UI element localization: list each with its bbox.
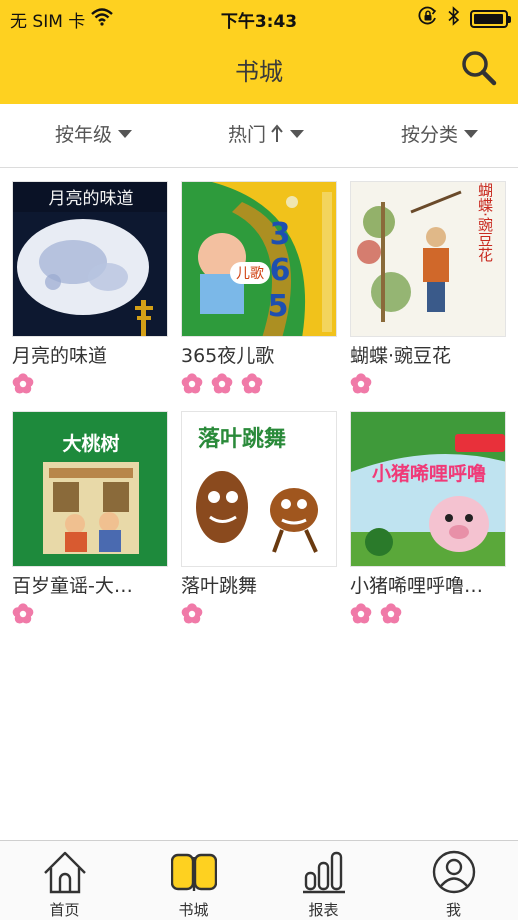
book-card[interactable]: 大桃树 百岁童谣-大… — [12, 411, 168, 627]
tab-bookstore-label: 书城 — [178, 901, 209, 919]
tab-report[interactable]: 报表 — [259, 841, 388, 920]
flower-icon — [181, 603, 203, 624]
book-card[interactable]: 落叶跳舞 落叶跳舞 — [181, 411, 337, 627]
book-card[interactable]: 蝴蝶·豌豆花 蝴蝶·豌豆花 — [350, 181, 506, 397]
book-title: 百岁童谣-大… — [12, 575, 133, 597]
book-title: 小猪唏哩呼噜… — [350, 575, 484, 597]
cover-title-text: 大桃树 — [62, 432, 119, 455]
book-cover: 儿歌 3 6 5 — [181, 181, 337, 337]
battery-icon — [470, 9, 511, 28]
book-rating — [12, 603, 168, 627]
filter-grade-dropdown[interactable]: 按年级 — [55, 120, 133, 147]
book-rating — [12, 373, 168, 397]
svg-text:3: 3 — [270, 217, 291, 252]
cover-title-text: 小猪唏哩呼噜 — [372, 462, 486, 485]
book-rating — [181, 373, 337, 397]
page-title: 书城 — [235, 58, 283, 86]
status-bar: 无 SIM 卡 下午3:43 — [0, 0, 518, 34]
book-cover: 月亮的味道 — [12, 181, 168, 337]
cover-title-text: 月亮的味道 — [49, 189, 134, 209]
open-book-icon — [171, 853, 217, 891]
tab-me-label: 我 — [445, 901, 461, 919]
flower-icon — [380, 603, 402, 624]
svg-text:6: 6 — [270, 253, 291, 288]
book-rating — [350, 603, 506, 627]
cover-title-text: 蝴蝶·豌豆花 — [476, 182, 494, 263]
tab-home[interactable]: 首页 — [0, 841, 129, 920]
chevron-down-icon — [464, 129, 479, 138]
chevron-down-icon — [290, 129, 305, 138]
chevron-down-icon — [118, 129, 133, 138]
book-title: 月亮的味道 — [12, 345, 108, 367]
book-cover: 小猪唏哩呼噜 — [350, 411, 506, 567]
cover-title-text: 落叶跳舞 — [198, 426, 286, 452]
filter-grade-label: 按年级 — [55, 124, 113, 146]
filter-hot-dropdown[interactable]: 热门 — [228, 120, 305, 147]
bar-chart-icon — [303, 851, 345, 894]
tab-home-label: 首页 — [49, 901, 80, 919]
tab-me[interactable]: 我 — [389, 841, 518, 920]
flower-icon — [211, 373, 233, 394]
book-card[interactable]: 儿歌 3 6 5 365夜儿歌 — [181, 181, 337, 397]
tab-report-label: 报表 — [308, 901, 339, 919]
flower-icon — [12, 603, 34, 624]
battery-level — [474, 13, 503, 24]
top-header: 无 SIM 卡 下午3:43 书城 — [0, 0, 518, 104]
flower-icon — [181, 373, 203, 394]
book-cover: 大桃树 — [12, 411, 168, 567]
flower-icon — [12, 373, 34, 394]
cover-title-text: 儿歌 — [236, 266, 264, 282]
filter-category-label: 按分类 — [401, 124, 459, 146]
filter-bar: 按年级 热门 按分类 — [0, 104, 518, 168]
flower-icon — [241, 373, 263, 394]
flower-icon — [350, 373, 372, 394]
book-card[interactable]: 月亮的味道 月亮的味道 — [12, 181, 168, 397]
user-icon — [432, 850, 476, 894]
book-rating — [181, 603, 337, 627]
filter-category-dropdown[interactable]: 按分类 — [401, 120, 479, 147]
home-icon — [44, 851, 86, 894]
book-title: 蝴蝶·豌豆花 — [350, 345, 452, 367]
book-title: 365夜儿歌 — [181, 345, 275, 367]
tab-bar: 首页 书城 报表 我 — [0, 840, 518, 920]
status-right — [418, 6, 511, 31]
search-icon — [462, 51, 497, 86]
tab-bookstore[interactable]: 书城 — [129, 841, 258, 920]
orientation-lock-icon — [418, 6, 438, 31]
sort-up-arrow-icon — [270, 123, 284, 144]
book-cover: 落叶跳舞 — [181, 411, 337, 567]
filter-hot-label: 热门 — [228, 124, 267, 146]
book-cover: 蝴蝶·豌豆花 — [350, 181, 506, 337]
bluetooth-icon — [448, 6, 460, 31]
book-rating — [350, 373, 506, 397]
book-card[interactable]: 小猪唏哩呼噜 小猪唏哩呼噜… — [350, 411, 506, 627]
search-button[interactable] — [460, 49, 498, 87]
flower-icon — [350, 603, 372, 624]
svg-text:5: 5 — [268, 289, 289, 324]
book-title: 落叶跳舞 — [181, 575, 258, 597]
